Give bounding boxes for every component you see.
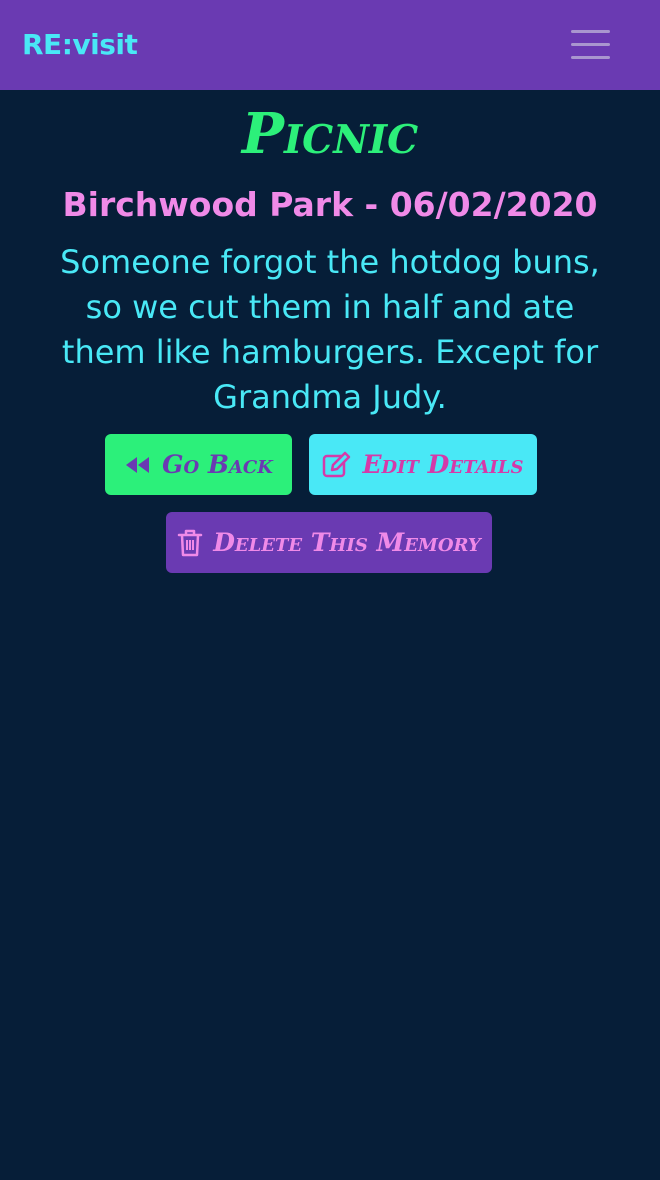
edit-icon bbox=[323, 451, 351, 477]
delete-memory-button[interactable]: Delete This Memory bbox=[166, 512, 492, 573]
menu-toggle-button[interactable] bbox=[560, 22, 620, 68]
go-back-button[interactable]: Go Back bbox=[105, 434, 292, 495]
hamburger-menu-icon bbox=[571, 30, 610, 33]
backward-icon bbox=[126, 456, 150, 473]
navbar: RE:visit bbox=[0, 0, 660, 90]
memory-description: Someone forgot the hotdog buns, so we cu… bbox=[60, 243, 600, 416]
edit-details-label: Edit Details bbox=[362, 450, 524, 479]
brand-link[interactable]: RE:visit bbox=[22, 24, 138, 66]
trash-icon bbox=[177, 529, 203, 556]
memory-location-date: Birchwood Park - 06/02/2020 bbox=[62, 185, 598, 224]
memory-title: Picnic bbox=[241, 101, 419, 167]
go-back-label: Go Back bbox=[162, 450, 273, 479]
edit-details-button[interactable]: Edit Details bbox=[309, 434, 537, 495]
delete-memory-label: Delete This Memory bbox=[213, 528, 481, 557]
